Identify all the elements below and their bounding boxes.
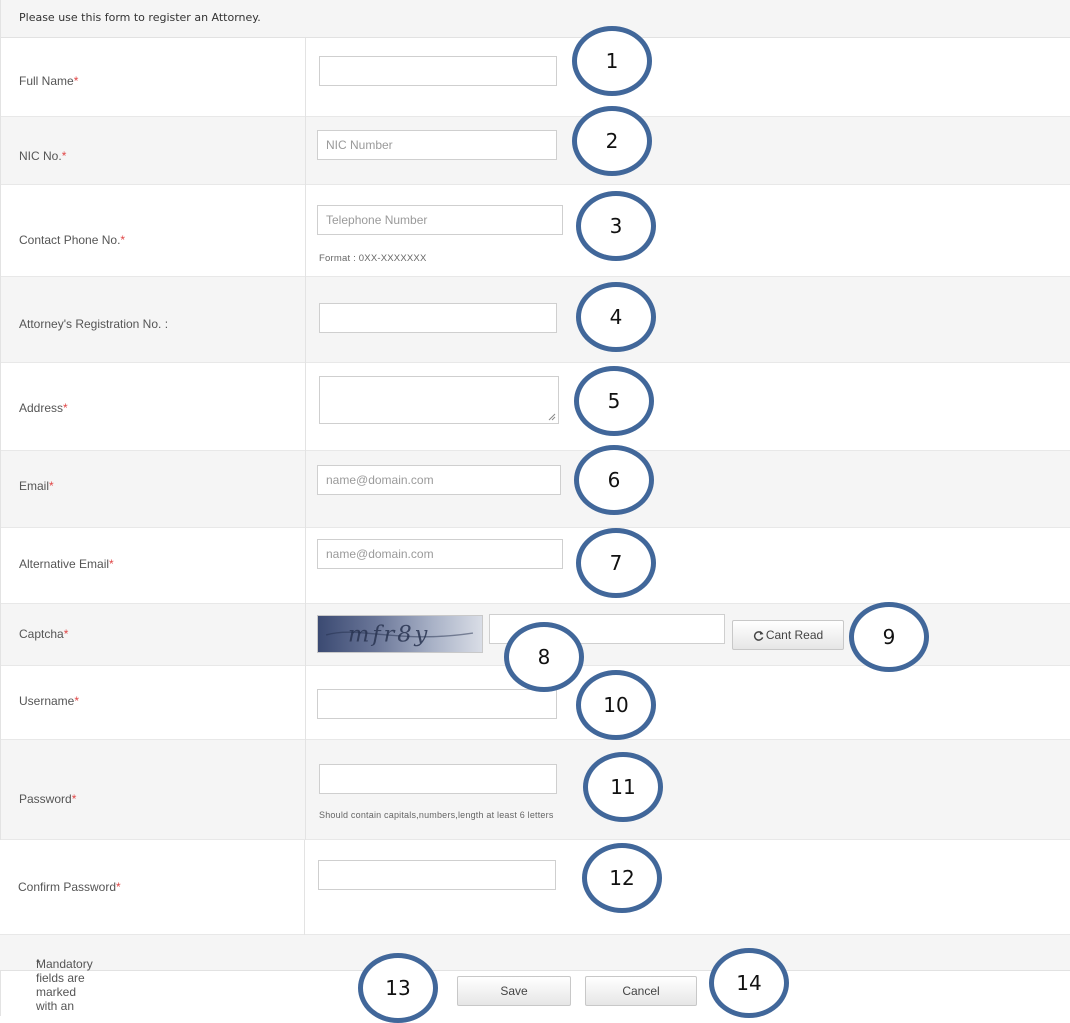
contact-phone-input[interactable] xyxy=(317,205,563,235)
callout-13: 13 xyxy=(358,953,438,1023)
callout-11: 11 xyxy=(583,752,663,822)
nic-label: NIC No.* xyxy=(19,149,67,163)
alternative-email-label: Alternative Email* xyxy=(19,557,114,571)
column-divider-confirm xyxy=(304,840,305,935)
form-instruction: Please use this form to register an Atto… xyxy=(19,11,261,24)
callout-8: 8 xyxy=(504,622,584,692)
username-input[interactable] xyxy=(317,689,557,719)
callout-2: 2 xyxy=(572,106,652,176)
captcha-distorted-text: mfr8y xyxy=(325,622,474,648)
confirm-password-label: Confirm Password* xyxy=(18,880,121,894)
refresh-icon xyxy=(753,631,764,642)
password-label: Password* xyxy=(19,792,77,806)
phone-format-hint: Format : 0XX-XXXXXXX xyxy=(319,253,427,264)
callout-5: 5 xyxy=(574,366,654,436)
save-button[interactable]: Save xyxy=(457,976,571,1006)
callout-10: 10 xyxy=(576,670,656,740)
cancel-button[interactable]: Cancel xyxy=(585,976,697,1006)
email-label: Email* xyxy=(19,479,54,493)
full-name-label: Full Name* xyxy=(19,74,79,88)
mandatory-note-bar: Mandatory fields are marked with an * xyxy=(0,935,1070,1013)
full-name-input[interactable] xyxy=(319,56,557,86)
username-label: Username* xyxy=(19,694,80,708)
address-label: Address* xyxy=(19,401,68,415)
form-header: Please use this form to register an Atto… xyxy=(1,0,1070,38)
password-input[interactable] xyxy=(319,764,557,794)
column-divider xyxy=(305,38,306,933)
email-input[interactable] xyxy=(317,465,561,495)
cant-read-label: Cant Read xyxy=(765,628,824,642)
callout-14: 14 xyxy=(709,948,789,1018)
callout-6: 6 xyxy=(574,445,654,515)
nic-input[interactable] xyxy=(317,130,557,160)
callout-12: 12 xyxy=(582,843,662,913)
contact-phone-label: Contact Phone No.* xyxy=(19,233,126,247)
callout-3: 3 xyxy=(576,191,656,261)
resize-grip-icon[interactable] xyxy=(548,413,556,421)
callout-9: 9 xyxy=(849,602,929,672)
cant-read-button[interactable]: Cant Read xyxy=(732,620,844,650)
captcha-label: Captcha* xyxy=(19,627,69,641)
address-textarea[interactable] xyxy=(319,376,559,424)
registration-no-label: Attorney's Registration No. : xyxy=(19,317,169,331)
confirm-password-input[interactable] xyxy=(318,860,556,890)
registration-no-input[interactable] xyxy=(319,303,557,333)
callout-4: 4 xyxy=(576,282,656,352)
password-hint: Should contain capitals,numbers,length a… xyxy=(319,810,554,820)
callout-7: 7 xyxy=(576,528,656,598)
callout-1: 1 xyxy=(572,26,652,96)
alternative-email-input[interactable] xyxy=(317,539,563,569)
captcha-image: mfr8y xyxy=(317,615,483,653)
